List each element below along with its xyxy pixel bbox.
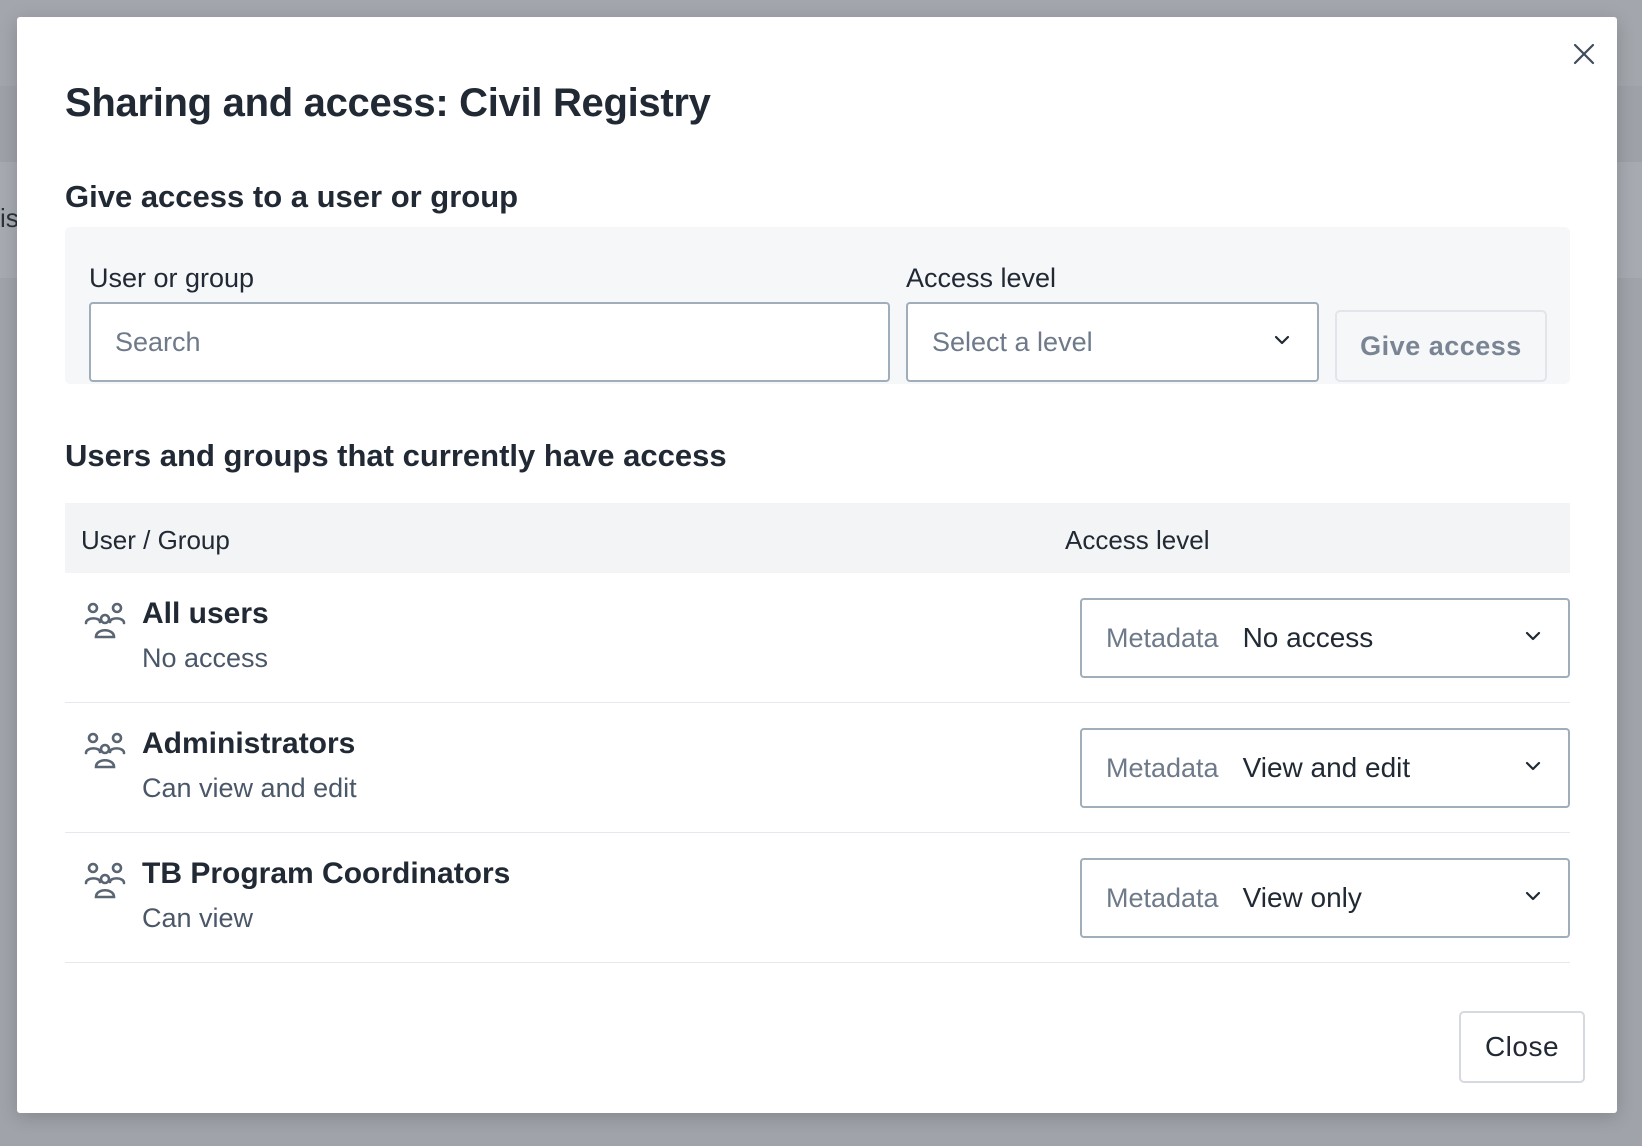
close-button[interactable]: Close <box>1459 1011 1585 1083</box>
metadata-value: View only <box>1242 882 1362 913</box>
row-description: Can view <box>142 903 254 933</box>
user-or-group-label: User or group <box>89 263 255 293</box>
metadata-value: View and edit <box>1242 752 1411 783</box>
current-access-heading: Users and groups that currently have acc… <box>65 438 727 473</box>
access-level-label: Access level <box>906 263 1057 293</box>
access-level-placeholder: Select a level <box>932 326 1093 357</box>
background-partial-text: is <box>0 203 19 233</box>
metadata-access-select[interactable]: Metadata No access <box>1080 598 1570 678</box>
sharing-dialog: Sharing and access: Civil Registry Give … <box>17 17 1617 1113</box>
row-name: TB Program Coordinators <box>142 857 511 890</box>
chevron-down-icon <box>1522 755 1544 782</box>
chevron-down-icon <box>1522 625 1544 652</box>
metadata-prefix: Metadata <box>1106 622 1219 653</box>
metadata-prefix: Metadata <box>1106 752 1219 783</box>
access-level-select[interactable]: Select a level <box>906 302 1319 382</box>
table-row: Administrators Can view and edit Metadat… <box>65 703 1570 833</box>
row-name: Administrators <box>142 727 356 760</box>
row-description: Can view and edit <box>142 773 357 803</box>
metadata-access-select[interactable]: Metadata View only <box>1080 858 1570 938</box>
give-access-heading: Give access to a user or group <box>65 179 519 214</box>
dialog-title: Sharing and access: Civil Registry <box>65 81 711 125</box>
row-name: All users <box>142 597 269 630</box>
column-header-user-group: User / Group <box>81 525 230 555</box>
user-group-icon <box>83 729 127 773</box>
metadata-access-select[interactable]: Metadata View and edit <box>1080 728 1570 808</box>
row-description: No access <box>142 643 269 673</box>
metadata-prefix: Metadata <box>1106 882 1219 913</box>
access-table-header: User / Group Access level <box>65 503 1570 573</box>
table-row: All users No access Metadata No access <box>65 573 1570 703</box>
user-group-icon <box>83 859 127 903</box>
give-access-panel: User or group Access level Select a leve… <box>65 227 1570 384</box>
give-access-button[interactable]: Give access <box>1335 310 1547 382</box>
user-search-input[interactable] <box>89 302 890 382</box>
table-row: TB Program Coordinators Can view Metadat… <box>65 833 1570 963</box>
chevron-down-icon <box>1271 329 1293 356</box>
column-header-access-level: Access level <box>1065 525 1210 555</box>
chevron-down-icon <box>1522 885 1544 912</box>
user-group-icon <box>83 599 127 643</box>
close-icon[interactable] <box>1569 39 1599 69</box>
metadata-value: No access <box>1242 622 1374 653</box>
